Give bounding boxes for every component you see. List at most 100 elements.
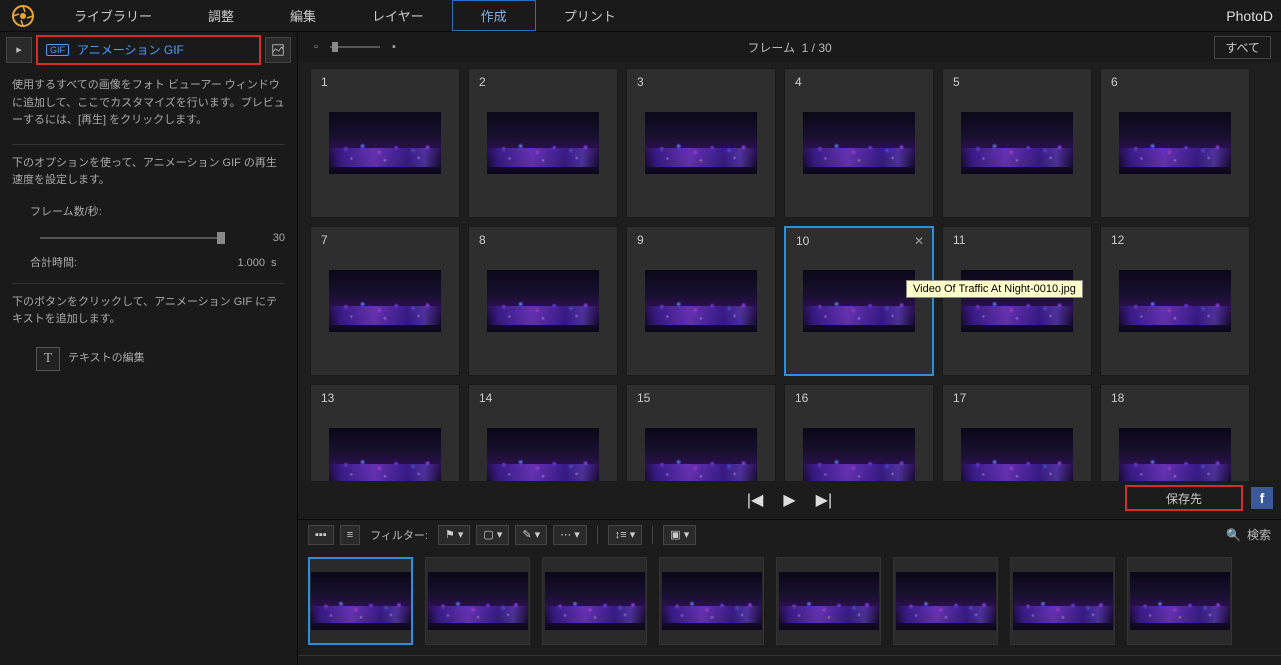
help-text-3: 下のボタンをクリックして、アニメーション GIF にテキストを追加します。 [12,294,285,329]
filmstrip-thumbnail[interactable] [893,557,998,645]
top-nav: ライブラリー 調整 編集 レイヤー 作成 プリント [46,0,644,31]
filter-more-button[interactable]: ⋯ ▾ [553,525,587,545]
nav-print[interactable]: プリント [536,0,644,31]
last-frame-button[interactable]: ▶| [816,490,832,510]
frame-number: 10 [796,234,809,248]
text-edit-button[interactable]: T テキストの編集 [30,343,151,375]
fps-slider[interactable] [40,237,225,239]
frame-number: 17 [953,391,966,405]
filmstrip-thumbnail[interactable] [542,557,647,645]
brand-label: PhotoD [1226,8,1281,24]
play-button[interactable]: ▶ [783,490,795,510]
mode-prev-icon[interactable]: ▸ [6,37,32,63]
filmstrip-thumbnail[interactable] [425,557,530,645]
total-time-unit: s [271,255,285,273]
thumbnail-image [311,572,411,630]
view-grid-button[interactable]: ▪▪▪ [308,525,334,545]
frame-cell[interactable]: 2 [468,68,618,218]
frame-cell[interactable]: 15 [626,384,776,481]
slider-knob[interactable] [217,232,225,244]
total-time-label: 合計時間: [30,255,77,273]
filmstrip-thumbnail[interactable] [776,557,881,645]
nav-library[interactable]: ライブラリー [46,0,180,31]
filmstrip-thumbnail[interactable] [308,557,413,645]
mode-next-icon[interactable] [265,37,291,63]
frame-thumbnail [961,112,1073,174]
frame-grid: 12345678910✕Video Of Traffic At Night-00… [298,62,1281,481]
frame-cell[interactable]: 12 [1100,226,1250,376]
frame-number: 13 [321,391,334,405]
frame-thumbnail [1119,112,1231,174]
filter-label: フィルター: [370,527,428,543]
frame-cell[interactable]: 16 [784,384,934,481]
frame-cell[interactable]: 4 [784,68,934,218]
facebook-share-button[interactable]: f [1251,487,1273,509]
frame-number: 18 [1111,391,1124,405]
first-frame-button[interactable]: |◀ [747,490,763,510]
nav-create[interactable]: 作成 [452,0,536,31]
thumbnail-image [662,572,762,630]
nav-edit[interactable]: 編集 [262,0,344,31]
mode-selector-row: ▸ GIF アニメーション GIF [0,32,297,67]
frame-thumbnail [803,428,915,481]
filter-flag-button[interactable]: ⚑ ▾ [438,525,470,545]
frame-cell[interactable]: 3 [626,68,776,218]
nav-layer[interactable]: レイヤー [344,0,452,31]
frame-cell[interactable]: 9 [626,226,776,376]
search-button[interactable]: 🔍 検索 [1226,526,1271,543]
frame-number: 6 [1111,75,1118,89]
frame-number: 8 [479,233,486,247]
filmstrip-thumbnail[interactable] [1127,557,1232,645]
zoom-small-icon[interactable]: ▫ [308,39,324,55]
frame-thumbnail [487,270,599,332]
frame-number: 7 [321,233,328,247]
footer-strip [298,655,1281,665]
frame-cell[interactable]: 18 [1100,384,1250,481]
zoom-large-icon[interactable]: ▪ [386,39,402,55]
save-destination-button[interactable]: 保存先 [1125,485,1243,511]
frame-number: 3 [637,75,644,89]
select-all-button[interactable]: すべて [1214,36,1271,59]
sort-button[interactable]: ↕≡ ▾ [608,525,643,545]
view-list-button[interactable]: ≡ [340,525,360,545]
close-icon[interactable]: ✕ [914,234,924,248]
frame-counter: フレーム 1 / 30 [747,39,831,56]
filmstrip-thumbnail[interactable] [1010,557,1115,645]
text-icon: T [36,347,60,371]
frame-cell[interactable]: 13 [310,384,460,481]
thumbnail-image [1013,572,1113,630]
nav-adjust[interactable]: 調整 [180,0,262,31]
frame-number: 11 [953,233,965,247]
filter-label-button[interactable]: ▢ ▾ [476,525,509,545]
frame-number: 2 [479,75,486,89]
frame-cell[interactable]: 7 [310,226,460,376]
frame-number: 5 [953,75,960,89]
filename-tooltip: Video Of Traffic At Night-0010.jpg [906,280,1083,298]
thumbnail-image [1130,572,1230,630]
help-text-1: 使用するすべての画像をフォト ビューアー ウィンドウに追加して、ここでカスタマイ… [12,77,285,130]
frame-number: 12 [1111,233,1124,247]
fps-label: フレーム数/秒: [30,204,102,222]
frame-cell[interactable]: 5 [942,68,1092,218]
frame-thumbnail [487,112,599,174]
frame-thumbnail [645,428,757,481]
gif-badge-icon: GIF [46,44,69,56]
frame-cell[interactable]: 6 [1100,68,1250,218]
frame-cell[interactable]: 1 [310,68,460,218]
frame-cell[interactable]: 17 [942,384,1092,481]
mode-animation-gif[interactable]: GIF アニメーション GIF [36,35,261,65]
filmstrip-thumbnail[interactable] [659,557,764,645]
frame-cell[interactable]: 11 [942,226,1092,376]
frame-cell[interactable]: 8 [468,226,618,376]
frame-cell[interactable]: 14 [468,384,618,481]
filter-brush-button[interactable]: ✎ ▾ [515,525,547,545]
frame-thumbnail [329,270,441,332]
frame-thumbnail [961,428,1073,481]
filmstrip [298,549,1281,655]
frame-cell[interactable]: 10✕Video Of Traffic At Night-0010.jpg [784,226,934,376]
thumbnail-image [428,572,528,630]
stack-button[interactable]: ▣ ▾ [663,525,696,545]
frame-thumbnail [1119,270,1231,332]
thumb-size-slider[interactable] [330,46,380,48]
fps-row: フレーム数/秒: [12,204,285,222]
